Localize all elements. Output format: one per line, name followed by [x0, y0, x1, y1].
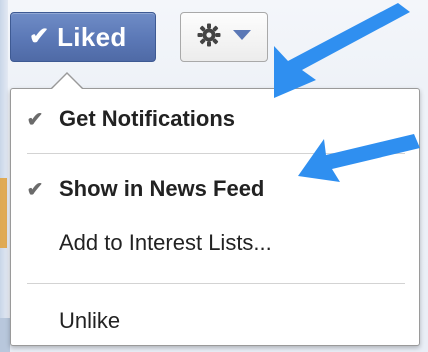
menu-item-label: Unlike	[59, 308, 121, 333]
menu-item-show-in-news-feed[interactable]: ✔ Show in News Feed	[11, 169, 419, 209]
check-icon: ✔	[29, 23, 50, 50]
menu-item-get-notifications[interactable]: ✔ Get Notifications	[11, 99, 419, 139]
page-left-edge	[0, 0, 8, 352]
liked-button-label: Liked	[57, 21, 127, 52]
chevron-down-icon	[232, 28, 252, 46]
menu-item-label: Show in News Feed	[59, 176, 265, 201]
menu-separator	[27, 153, 405, 154]
check-icon: ✔	[26, 108, 44, 131]
menu-separator	[27, 283, 405, 284]
liked-button[interactable]: ✔ Liked	[10, 12, 156, 62]
menu-caret	[52, 74, 82, 89]
menu-item-unlike[interactable]: Unlike	[11, 301, 419, 341]
page-left-accent	[0, 178, 7, 248]
page-bottom-left-edge	[0, 318, 10, 352]
gear-icon	[196, 22, 222, 53]
check-icon: ✔	[26, 178, 44, 201]
menu-item-add-to-interest-lists[interactable]: Add to Interest Lists...	[11, 223, 419, 263]
settings-dropdown-button[interactable]	[180, 12, 268, 62]
like-options-menu: ✔ Get Notifications ✔ Show in News Feed …	[10, 88, 420, 346]
menu-item-label: Get Notifications	[59, 106, 236, 131]
menu-item-label: Add to Interest Lists...	[59, 230, 272, 255]
